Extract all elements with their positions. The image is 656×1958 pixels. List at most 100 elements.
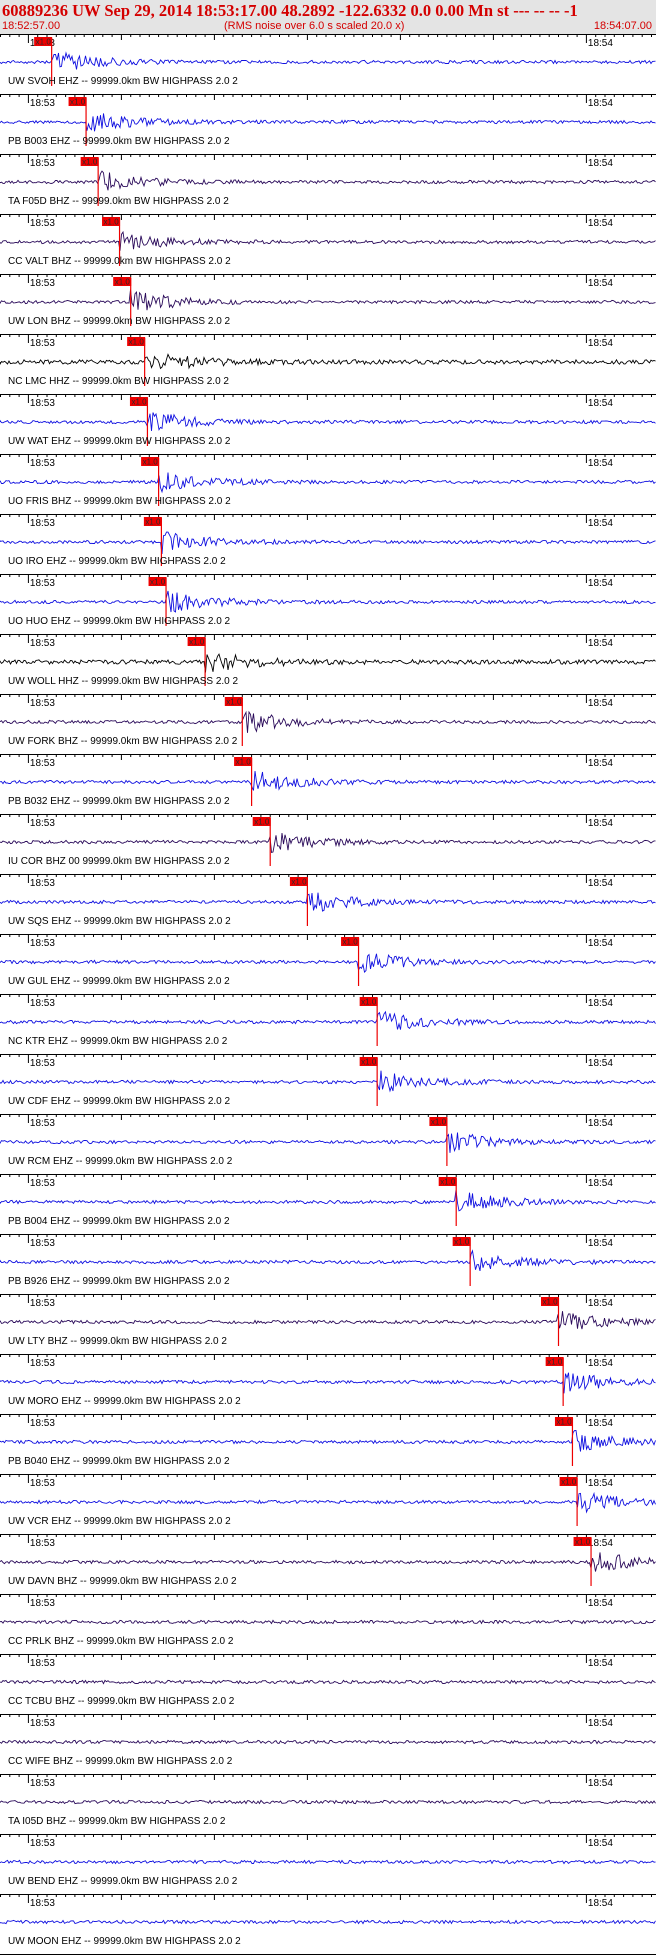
- phase-pick-label: x1.0: [189, 638, 205, 647]
- seismogram-plot: 18:53 18:54 x1.0 UW SVOH EHZ -- 99999.0km B…: [0, 34, 656, 1955]
- station-label: UW LON BHZ -- 99999.0km BW HIGHPASS 2.0 …: [8, 316, 231, 327]
- waveform-trace: [0, 832, 656, 853]
- phase-pick-label: x1.0: [254, 818, 270, 827]
- tick-label: 18:54: [588, 38, 613, 49]
- station-label: UO IRO EHZ -- 99999.0km BW HIGHPASS 2.0 …: [8, 556, 226, 567]
- tick-label: 18:54: [588, 578, 613, 589]
- tick-label: 18:54: [588, 1418, 613, 1429]
- tick-label: 18:54: [588, 398, 613, 409]
- phase-pick-label: x1.0: [291, 878, 307, 887]
- tick-label: 18:54: [588, 1598, 613, 1609]
- tick-label: 18:54: [588, 218, 613, 229]
- tick-label: 18:54: [588, 818, 613, 829]
- station-label: UW MOON EHZ -- 99999.0km BW HIGHPASS 2.0…: [8, 1936, 241, 1947]
- tick-label: 18:53: [30, 1538, 55, 1549]
- station-label: PB B003 EHZ -- 99999.0km BW HIGHPASS 2.0…: [8, 136, 230, 147]
- tick-label: 18:54: [588, 1058, 613, 1069]
- tick-label: 18:54: [588, 1478, 613, 1489]
- phase-pick-label: x1.0: [115, 278, 131, 287]
- tick-label: 18:53: [30, 398, 55, 409]
- start-time: 18:52:57.00: [2, 20, 61, 32]
- waveform-trace: [0, 953, 656, 974]
- tick-label: 18:54: [588, 338, 613, 349]
- station-label: CC WIFE BHZ -- 99999.0km BW HIGHPASS 2.0…: [8, 1756, 233, 1767]
- tick-label: 18:53: [30, 938, 55, 949]
- tick-label: 18:54: [588, 698, 613, 709]
- tick-label: 18:53: [30, 1238, 55, 1249]
- tick-label: 18:54: [588, 98, 613, 109]
- tick-label: 18:53: [30, 158, 55, 169]
- waveform-trace: [0, 1010, 656, 1030]
- phase-pick-label: x1.0: [129, 338, 145, 347]
- station-label: CC VALT BHZ -- 99999.0km BW HIGHPASS 2.0…: [8, 256, 231, 267]
- waveform-trace: [0, 1430, 656, 1452]
- station-label: UW MORO EHZ -- 99999.0km BW HIGHPASS 2.0…: [8, 1396, 241, 1407]
- tick-label: 18:54: [588, 278, 613, 289]
- phase-pick-label: x1.0: [547, 1358, 563, 1367]
- tick-label: 18:54: [588, 1718, 613, 1729]
- phase-pick-label: x1.0: [145, 518, 161, 527]
- waveform-trace: [0, 1070, 656, 1093]
- tick-label: 18:53: [30, 1778, 55, 1789]
- station-label: UW CDF EHZ -- 99999.0km BW HIGHPASS 2.0 …: [8, 1096, 231, 1107]
- waveform-trace: [0, 1372, 656, 1394]
- phase-pick-label: x1.0: [36, 38, 52, 47]
- waveform-trace: [0, 653, 656, 673]
- phase-pick-label: x1.0: [104, 218, 120, 227]
- tick-label: 18:54: [588, 1838, 613, 1849]
- station-label: TA I05D BHZ -- 99999.0km BW HIGHPASS 2.0…: [8, 1816, 226, 1827]
- station-label: UW VCR EHZ -- 99999.0km BW HIGHPASS 2.0 …: [8, 1516, 231, 1527]
- station-label: NC KTR EHZ -- 99999.0km BW HIGHPASS 2.0 …: [8, 1036, 228, 1047]
- waveform-trace: [0, 892, 656, 912]
- tick-label: 18:53: [30, 98, 55, 109]
- tick-label: 18:53: [30, 218, 55, 229]
- waveform-trace: [0, 1311, 656, 1330]
- tick-label: 18:53: [30, 1718, 55, 1729]
- waveform-trace: [0, 230, 656, 251]
- waveform-trace: [0, 1679, 656, 1685]
- tick-label: 18:54: [588, 458, 613, 469]
- tick-label: 18:53: [30, 878, 55, 889]
- station-label: UW BEND EHZ -- 99999.0km BW HIGHPASS 2.0…: [8, 1876, 238, 1887]
- waveform-trace: [0, 412, 656, 431]
- tick-label: 18:54: [588, 518, 613, 529]
- waveform-trace: [0, 1249, 656, 1272]
- tick-label: 18:53: [30, 638, 55, 649]
- tick-label: 18:54: [588, 938, 613, 949]
- event-title: 60889236 UW Sep 29, 2014 18:53:17.00 48.…: [2, 1, 578, 20]
- tick-label: 18:53: [30, 1478, 55, 1489]
- tick-label: 18:53: [30, 1418, 55, 1429]
- tick-label: 18:54: [588, 1178, 613, 1189]
- phase-pick-label: x1.0: [361, 1058, 377, 1067]
- station-label: UW RCM EHZ -- 99999.0km BW HIGHPASS 2.0 …: [8, 1156, 233, 1167]
- station-label: TA F05D BHZ -- 99999.0km BW HIGHPASS 2.0…: [8, 196, 229, 207]
- plot-header: 60889236 UW Sep 29, 2014 18:53:17.00 48.…: [0, 0, 656, 34]
- waveform-trace: [0, 771, 656, 791]
- tick-label: 18:53: [30, 458, 55, 469]
- tick-label: 18:54: [588, 158, 613, 169]
- phase-pick-label: x1.0: [454, 1238, 470, 1247]
- tick-label: 18:53: [30, 1658, 55, 1669]
- station-label: PB B040 EHZ -- 99999.0km BW HIGHPASS 2.0…: [8, 1456, 230, 1467]
- station-label: PB B032 EHZ -- 99999.0km BW HIGHPASS 2.0…: [8, 796, 230, 807]
- tick-label: 18:53: [30, 998, 55, 1009]
- tick-label: 18:53: [30, 1838, 55, 1849]
- waveform-trace: [0, 590, 656, 613]
- end-time: 18:54:07.00: [593, 20, 652, 32]
- phase-pick-label: x1.0: [226, 698, 242, 707]
- waveform-trace: [0, 1859, 656, 1865]
- station-label: UW SVOH EHZ -- 99999.0km BW HIGHPASS 2.0…: [8, 76, 238, 87]
- station-label: CC PRLK BHZ -- 99999.0km BW HIGHPASS 2.0…: [8, 1636, 234, 1647]
- phase-pick-label: x1.0: [143, 458, 159, 467]
- tick-label: 18:54: [588, 878, 613, 889]
- tick-label: 18:54: [588, 1358, 613, 1369]
- waveform-trace: [0, 710, 656, 733]
- tick-label: 18:53: [30, 1118, 55, 1129]
- phase-pick-label: x1.0: [236, 758, 252, 767]
- waveform-trace: [0, 1132, 656, 1153]
- tick-label: 18:53: [30, 1898, 55, 1909]
- tick-label: 18:54: [588, 1298, 613, 1309]
- phase-pick-label: x1.0: [440, 1178, 456, 1187]
- waveform-trace: [0, 1491, 656, 1514]
- station-label: UW DAVN BHZ -- 99999.0km BW HIGHPASS 2.0…: [8, 1576, 237, 1587]
